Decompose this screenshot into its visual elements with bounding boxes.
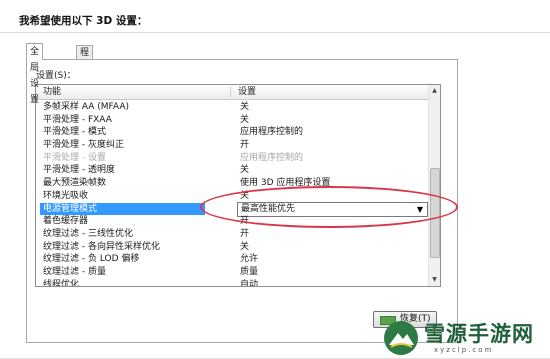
settings-list[interactable]: 功能 设置 多帧采样 AA (MFAA) 关平滑处理 - FXAA 关平滑处理 - …	[35, 84, 441, 287]
watermark: 雪源手游网 xyzclp.com	[382, 316, 550, 359]
column-header-setting[interactable]: 设置	[238, 86, 256, 98]
row-feature-label: 着色缓存器	[43, 216, 89, 227]
heading-divider	[0, 32, 550, 33]
watermark-name: 雪源手游网	[424, 322, 534, 346]
row-setting-value: 应用程序控制的	[240, 127, 304, 138]
settings-rows: 多帧采样 AA (MFAA) 关平滑处理 - FXAA 关平滑处理 - 模式 应用程序…	[36, 101, 428, 287]
table-row[interactable]: 着色缓存器 开	[36, 215, 428, 228]
row-feature-label: 平滑处理 - FXAA	[43, 114, 112, 125]
row-feature-label: 平滑处理 - 模式	[43, 127, 106, 138]
watermark-logo-icon	[384, 321, 418, 355]
table-row[interactable]: 平滑处理 - 模式 应用程序控制的	[36, 126, 428, 139]
vertical-scrollbar[interactable]: ▲ ▼	[428, 85, 440, 286]
row-feature-label: 平滑处理 - 设置	[43, 152, 106, 163]
row-setting-value: 使用 3D 应用程序设置	[240, 178, 331, 189]
row-feature-label: 纹理过滤 - 质量	[43, 266, 106, 277]
chevron-down-icon[interactable]: ▼	[417, 203, 423, 216]
table-row[interactable]: 多帧采样 AA (MFAA) 关	[36, 101, 428, 114]
table-row-selected[interactable]: 电源管理模式 最高性能优先 ▼	[36, 201, 428, 217]
row-setting-value: 关	[240, 165, 250, 176]
table-row[interactable]: 平滑处理 - 灰度纠正 开	[36, 139, 428, 152]
tab-content: 设置(S)： 功能 设置 多帧采样 AA (MFAA) 关平滑处理 - FXAA 关…	[26, 59, 458, 343]
row-feature-label: 多帧采样 AA (MFAA)	[43, 102, 129, 112]
table-row[interactable]: 纹理过滤 - 质量 质量	[36, 266, 428, 279]
row-setting-value: 开	[240, 228, 250, 239]
dialog-heading: 我希望使用以下 3D 设置：	[19, 15, 148, 27]
row-setting-value: 质量	[240, 266, 259, 277]
table-row[interactable]: 最大预渲染帧数 使用 3D 应用程序设置	[36, 177, 428, 190]
row-setting-value: 允许	[240, 254, 259, 265]
column-header: 功能 设置	[36, 85, 428, 100]
row-setting-value: 应用程序控制的	[240, 152, 304, 163]
column-divider[interactable]	[230, 87, 231, 97]
settings-caption: 设置(S)：	[36, 71, 76, 81]
table-row[interactable]: 线程优化 自动	[36, 279, 428, 287]
table-row[interactable]: 平滑处理 - 设置 应用程序控制的	[36, 152, 428, 165]
row-setting-value: 开	[240, 140, 250, 151]
column-header-feature[interactable]: 功能	[43, 86, 61, 98]
row-feature-label: 纹理过滤 - 各向异性采样优化	[43, 241, 160, 252]
row-setting-value: 开	[240, 216, 250, 227]
row-feature-label: 纹理过滤 - 三线性优化	[43, 228, 133, 239]
table-row[interactable]: 纹理过滤 - 各向异性采样优化 关	[36, 241, 428, 254]
scroll-down-arrow-icon[interactable]: ▼	[429, 274, 440, 286]
row-feature-label: 平滑处理 - 灰度纠正	[43, 140, 124, 151]
row-setting-value: 关	[240, 241, 250, 252]
tab-global-settings[interactable]: 全局设置	[26, 43, 44, 105]
scrollbar-thumb[interactable]	[430, 168, 440, 258]
row-setting-value: 关	[240, 102, 250, 112]
tab-program-settings[interactable]: 程序设置	[76, 45, 94, 100]
watermark-url: xyzclp.com	[434, 346, 494, 354]
row-setting-value: 自动	[240, 279, 259, 287]
row-feature-label: 环境光吸收	[43, 190, 89, 201]
row-setting-value: 关	[240, 114, 250, 125]
row-feature-label: 纹理过滤 - 负 LOD 偏移	[43, 254, 140, 265]
settings-panel: 全局设置 程序设置 设置(S)： 功能 设置 多帧采样 AA (MFAA)关平滑…	[26, 43, 458, 343]
row-feature-label: 平滑处理 - 透明度	[43, 165, 115, 176]
row-feature-label: 线程优化	[43, 279, 80, 287]
row-feature-label: 电源管理模式	[40, 202, 205, 216]
scroll-up-arrow-icon[interactable]: ▲	[429, 85, 440, 97]
table-row[interactable]: 纹理过滤 - 三线性优化 开	[36, 228, 428, 241]
table-row[interactable]: 平滑处理 - FXAA 关	[36, 114, 428, 127]
table-row[interactable]: 纹理过滤 - 负 LOD 偏移 允许	[36, 253, 428, 266]
table-row[interactable]: 平滑处理 - 透明度 关	[36, 164, 428, 177]
row-feature-label: 最大预渲染帧数	[43, 178, 107, 189]
dropdown-selected-value: 最高性能优先	[241, 203, 296, 214]
